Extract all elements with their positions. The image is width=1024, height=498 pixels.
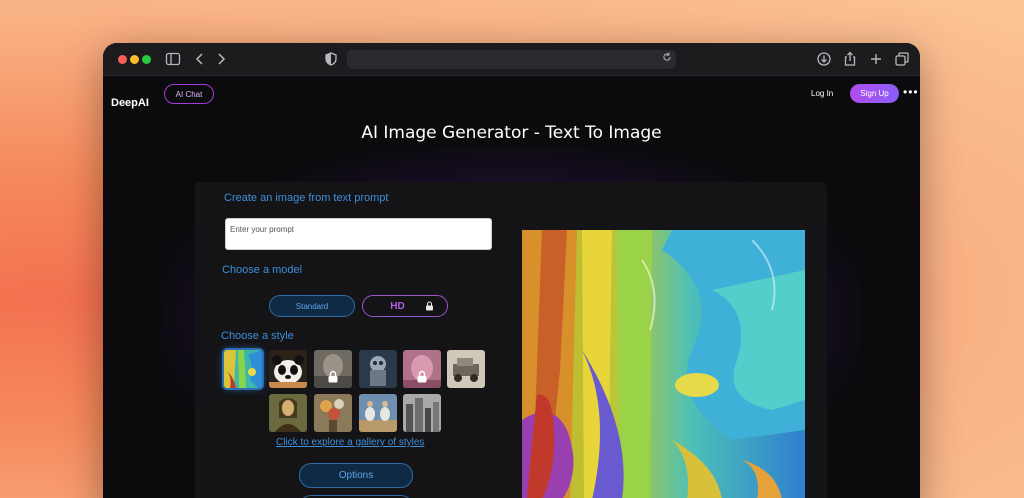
browser-window: DeepAI AI Chat Log In Sign Up ••• AI Ima… xyxy=(103,43,920,498)
signup-button[interactable]: Sign Up xyxy=(850,84,899,103)
ai-chat-button[interactable]: AI Chat xyxy=(164,84,214,104)
style-thumb-mona-lisa[interactable] xyxy=(269,394,307,432)
tab-overview-icon[interactable] xyxy=(894,51,910,67)
style-thumb-old-car-sketch[interactable] xyxy=(447,350,485,388)
deepai-logo[interactable]: DeepAI xyxy=(111,97,149,109)
choose-model-label: Choose a model xyxy=(222,264,303,276)
prompt-input[interactable] xyxy=(225,218,492,250)
forward-icon[interactable] xyxy=(213,51,229,67)
reload-icon[interactable] xyxy=(662,52,672,62)
back-icon[interactable] xyxy=(192,51,208,67)
share-icon[interactable] xyxy=(842,51,858,67)
locked-style-icon xyxy=(416,370,428,383)
hd-label: HD xyxy=(390,300,405,312)
maximize-window-button[interactable] xyxy=(142,55,151,64)
locked-style-icon xyxy=(327,370,339,383)
new-tab-icon[interactable] xyxy=(868,51,884,67)
style-thumb-pink-portrait[interactable] xyxy=(403,350,441,388)
choose-style-label: Choose a style xyxy=(221,330,294,342)
style-thumb-dancers[interactable] xyxy=(359,394,397,432)
address-bar[interactable] xyxy=(347,50,676,69)
lock-icon xyxy=(425,301,434,311)
privacy-shield-icon[interactable] xyxy=(323,51,339,67)
sidebar-icon[interactable] xyxy=(165,51,181,67)
page-title: AI Image Generator - Text To Image xyxy=(361,123,662,143)
generated-image[interactable] xyxy=(522,230,805,498)
close-window-button[interactable] xyxy=(118,55,127,64)
style-thumb-panda[interactable] xyxy=(269,350,307,388)
minimize-window-button[interactable] xyxy=(130,55,139,64)
style-thumb-blurred-portrait[interactable] xyxy=(314,350,352,388)
download-icon[interactable] xyxy=(816,51,832,67)
browser-toolbar xyxy=(103,43,920,76)
style-thumb-robot[interactable] xyxy=(359,350,397,388)
login-link[interactable]: Log In xyxy=(811,89,833,98)
options-button[interactable]: Options xyxy=(299,463,413,488)
model-standard-button[interactable]: Standard xyxy=(269,295,355,317)
model-hd-button[interactable]: HD xyxy=(362,295,448,317)
style-thumb-city-sketch[interactable] xyxy=(403,394,441,432)
style-thumb-floral-still-life[interactable] xyxy=(314,394,352,432)
style-thumb-abstract-painting[interactable] xyxy=(224,350,262,388)
create-label: Create an image from text prompt xyxy=(224,192,389,204)
explore-gallery-link[interactable]: Click to explore a gallery of styles xyxy=(276,437,424,448)
more-menu-icon[interactable]: ••• xyxy=(903,85,919,99)
